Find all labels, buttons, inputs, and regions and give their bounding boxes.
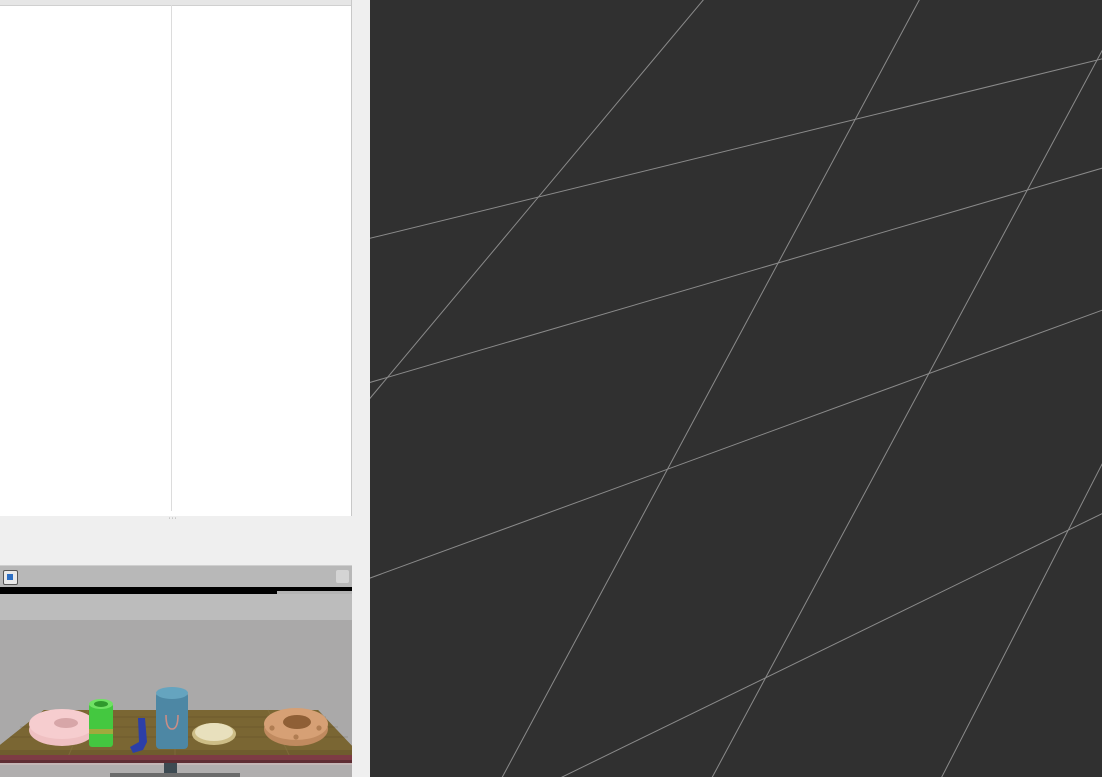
left-dock: ⋯	[0, 0, 370, 777]
bagel-hole	[269, 725, 275, 731]
camera-scene	[0, 687, 353, 777]
camera-icon	[3, 570, 18, 585]
display-tree[interactable]	[0, 5, 351, 511]
display-button-bar	[0, 524, 352, 556]
grid-svg	[370, 0, 1102, 777]
teal-can	[156, 692, 188, 749]
camera-panel-titlebar	[0, 565, 353, 587]
green-can-opening	[94, 701, 108, 707]
dock-splitter[interactable]	[352, 0, 720, 777]
displays-panel	[0, 0, 352, 516]
camera-dock	[0, 565, 353, 777]
camera-image-view[interactable]	[0, 587, 353, 777]
green-can	[89, 703, 113, 747]
close-icon[interactable]	[336, 570, 349, 583]
brown-bagel-center	[283, 715, 311, 729]
table-edge-dark	[0, 760, 353, 763]
panel-resize-grip[interactable]: ⋯	[168, 515, 186, 524]
green-can-band	[89, 729, 113, 734]
render-viewport-3d[interactable]	[370, 0, 1102, 777]
table-edge	[0, 755, 353, 760]
rviz-window: ⋯	[0, 0, 1102, 777]
teal-can-top	[156, 687, 188, 699]
table-base	[110, 773, 240, 777]
bagel-hole	[316, 725, 322, 731]
grid-lines	[370, 0, 1102, 777]
bagel-hole	[293, 734, 299, 740]
cream-bowl-inner	[195, 723, 233, 741]
pink-donut-hole	[54, 718, 78, 728]
